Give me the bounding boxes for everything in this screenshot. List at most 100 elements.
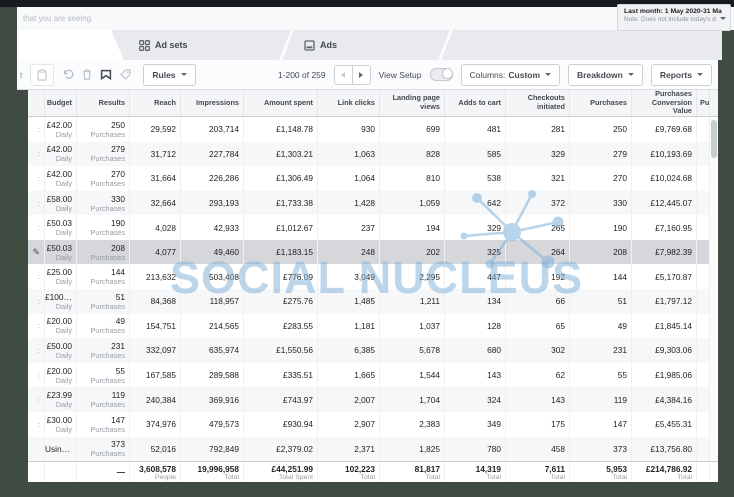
cell-results: 147Purchases xyxy=(77,412,130,437)
cell-checkouts: 62 xyxy=(506,363,570,388)
cell-atc: 585 xyxy=(445,142,506,167)
cell-edge: : xyxy=(28,191,45,216)
value: 248 xyxy=(361,247,375,257)
col-header-lpv[interactable]: Landing page views xyxy=(380,90,445,116)
value: 349 xyxy=(487,419,501,429)
table-row[interactable]: :£100.00Daily51Purchases84,368118,957£27… xyxy=(28,289,718,314)
tab-campaigns[interactable] xyxy=(17,30,124,60)
value: 4,028 xyxy=(155,223,176,233)
previous-page-button[interactable] xyxy=(335,66,352,84)
cell-budget: £50.03Daily xyxy=(45,215,77,240)
value: 227,784 xyxy=(209,149,239,159)
cell-pcv: £9,769.68 xyxy=(632,117,697,142)
cell-purchases: 208 xyxy=(570,240,632,265)
col-header-spent[interactable]: Amount spent xyxy=(244,90,318,116)
table-row[interactable]: :£42.00Daily250Purchases29,592203,714£1,… xyxy=(28,117,718,142)
table-row[interactable]: :£42.00Daily279Purchases31,712227,784£1,… xyxy=(28,142,718,167)
table-row[interactable]: :£42.00Daily270Purchases31,664226,286£1,… xyxy=(28,166,718,191)
cell-lpv: 194 xyxy=(380,215,445,240)
scrollbar-thumb[interactable] xyxy=(711,120,717,158)
scrollbar-track[interactable] xyxy=(709,117,718,461)
total-purchases: 5,953Total xyxy=(570,462,632,482)
next-page-button[interactable] xyxy=(352,66,370,84)
value: 270 xyxy=(111,169,125,179)
columns-button[interactable]: Columns: Custom xyxy=(461,64,561,86)
breakdown-button[interactable]: Breakdown xyxy=(568,64,643,86)
table-row[interactable]: :£50.00Daily231Purchases332,097635,974£1… xyxy=(28,338,718,363)
cell-impressions: 293,193 xyxy=(181,191,244,216)
table-row[interactable]: :£25.00Daily144Purchases213,632503,408£7… xyxy=(28,264,718,289)
cell-checkouts: 302 xyxy=(506,338,570,363)
table-row[interactable]: :£50.03Daily190Purchases4,02842,933£1,01… xyxy=(28,215,718,240)
col-header-budget[interactable]: Budget xyxy=(45,90,77,116)
table-row[interactable]: ✎£50.03Daily208Purchases4,07749,460£1,18… xyxy=(28,240,718,265)
table-row[interactable]: :£20.00Daily49Purchases154,751214,565£28… xyxy=(28,314,718,339)
cell-spent: £930.94 xyxy=(244,412,318,437)
value: 65 xyxy=(556,321,565,331)
cell-atc: 325 xyxy=(445,240,506,265)
cell-checkouts: 192 xyxy=(506,264,570,289)
cell-budget: Using ad se... xyxy=(45,437,77,462)
date-range-label: Last month: 1 May 2020-31 Ma xyxy=(624,8,718,15)
cell-results: 279Purchases xyxy=(77,142,130,167)
value: 930 xyxy=(361,124,375,134)
value: £283.55 xyxy=(283,321,313,331)
col-header-pu: Pu xyxy=(697,90,710,116)
cell-reach: 240,384 xyxy=(130,387,181,412)
col-header-checkouts[interactable]: Checkouts initiated xyxy=(506,90,570,116)
view-setup-toggle[interactable] xyxy=(430,68,453,81)
duplicate-button[interactable] xyxy=(30,64,54,86)
col-header-atc[interactable]: Adds to cart xyxy=(445,90,506,116)
col-header-results[interactable]: Results xyxy=(77,90,130,116)
toolbar-right-group: 1-200 of 259 View Setup Columns: Custom … xyxy=(278,64,718,86)
delete-button[interactable] xyxy=(82,69,92,80)
col-header-purchases[interactable]: Purchases xyxy=(570,90,632,116)
tab-ads[interactable]: Ads xyxy=(287,30,444,60)
col-header-pcv[interactable]: Purchases Conversion Value xyxy=(632,90,697,116)
rules-button[interactable]: Rules xyxy=(143,64,195,86)
col-header-impressions[interactable]: Impressions xyxy=(181,90,244,116)
value: £58.00 xyxy=(47,194,72,204)
value: £10,024.68 xyxy=(650,173,692,183)
value: 118,957 xyxy=(210,296,239,306)
tab-ad-sets[interactable]: Ad sets xyxy=(122,30,285,60)
value: 2,371 xyxy=(354,444,375,454)
table-row[interactable]: :£58.00Daily330Purchases32,664293,193£1,… xyxy=(28,191,718,216)
value: £50.00 xyxy=(47,341,72,351)
value: 1,037 xyxy=(419,321,440,331)
cell-budget: £25.00Daily xyxy=(45,264,77,289)
sub-label: Purchases xyxy=(91,326,125,335)
cell-link_clicks: 1,064 xyxy=(318,166,380,191)
cell-budget: £42.00Daily xyxy=(45,166,77,191)
value: 279 xyxy=(613,149,627,159)
value: 250 xyxy=(613,124,627,134)
col-header-reach[interactable]: Reach xyxy=(130,90,181,116)
undo-button[interactable] xyxy=(62,69,74,80)
value: £9,769.68 xyxy=(655,124,692,134)
value: 1,064 xyxy=(354,173,375,183)
cell-atc: 642 xyxy=(445,191,506,216)
col-header-edge xyxy=(28,90,45,116)
value: 208 xyxy=(111,243,125,253)
value: £23.99 xyxy=(47,390,72,400)
cell-impressions: 369,916 xyxy=(181,387,244,412)
table-row[interactable]: :£20.00Daily55Purchases167,585289,588£33… xyxy=(28,363,718,388)
cell-link_clicks: 2,371 xyxy=(318,437,380,462)
table-row[interactable]: :£23.99Daily119Purchases240,384369,916£7… xyxy=(28,387,718,412)
value: 250 xyxy=(111,120,125,130)
value: 144 xyxy=(613,272,627,282)
sub-label: Daily xyxy=(56,277,72,286)
col-header-link_clicks[interactable]: Link clicks xyxy=(318,90,380,116)
ab-test-button[interactable] xyxy=(100,69,112,81)
table-row[interactable]: Using ad se...373Purchases52,016792,849£… xyxy=(28,437,718,462)
edit-pencil-icon[interactable]: ✎ xyxy=(32,248,40,257)
reports-button[interactable]: Reports xyxy=(651,64,712,86)
table-body: :£42.00Daily250Purchases29,592203,714£1,… xyxy=(28,117,718,461)
date-range-selector[interactable]: Last month: 1 May 2020-31 Ma Note: Does … xyxy=(617,4,731,31)
cell-edge: ✎ xyxy=(28,240,45,265)
cell-atc: 349 xyxy=(445,412,506,437)
toggle-knob xyxy=(442,68,453,79)
table-row[interactable]: :£30.00Daily147Purchases374,976479,573£9… xyxy=(28,412,718,437)
cell-link_clicks: 1,063 xyxy=(318,142,380,167)
tag-button[interactable] xyxy=(120,69,131,80)
